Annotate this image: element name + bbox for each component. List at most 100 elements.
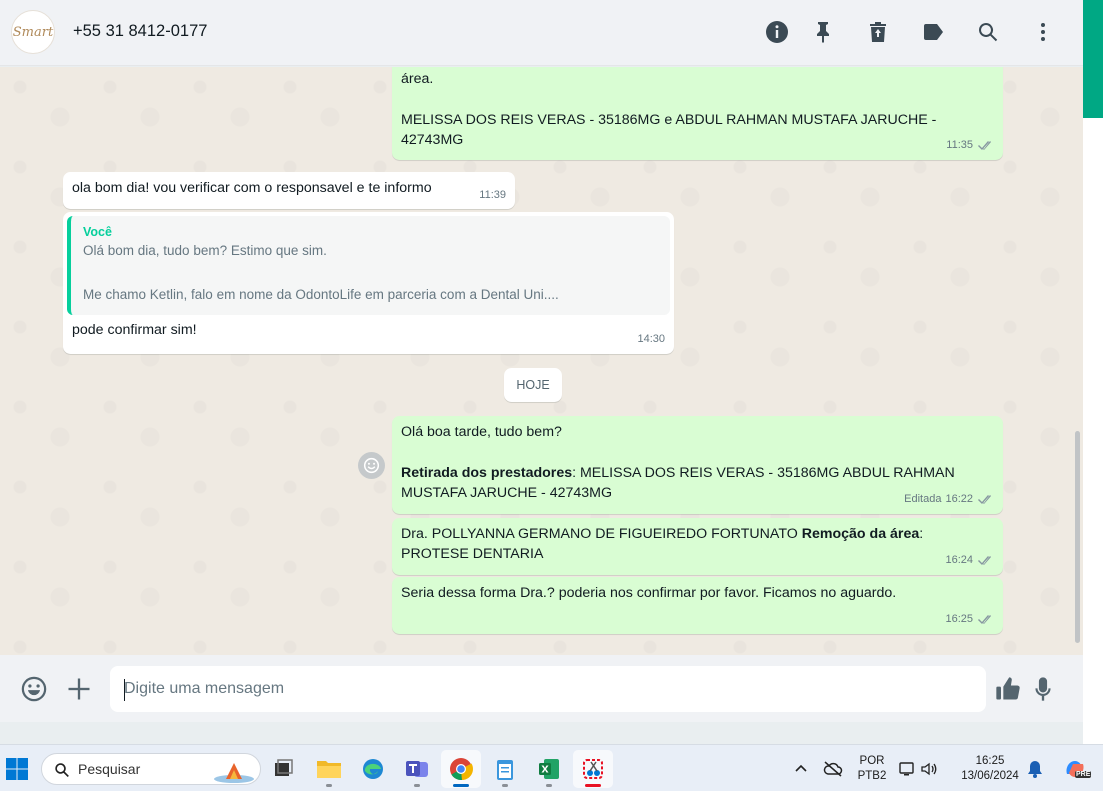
side-panel-accent bbox=[1083, 0, 1103, 118]
search-highlight-illustration-icon bbox=[214, 763, 254, 783]
taskbar-app-chrome[interactable] bbox=[441, 750, 481, 788]
message-incoming[interactable]: Você Olá bom dia, tudo bem? Estimo que s… bbox=[63, 212, 674, 354]
task-view-icon bbox=[275, 759, 293, 776]
text-caret bbox=[124, 679, 125, 701]
language-code: POR bbox=[859, 755, 885, 767]
chat-header: Smart +55 31 8412-0177 bbox=[0, 0, 1083, 66]
snipping-tool-icon bbox=[583, 759, 603, 779]
attach-plus-icon[interactable] bbox=[64, 674, 94, 704]
message-time: 14:30 bbox=[637, 333, 665, 345]
message-text: : MELISSA DOS REIS VERAS - 35186MG ABDUL… bbox=[572, 465, 955, 481]
chat-scrollbar[interactable] bbox=[1073, 67, 1081, 655]
microphone-icon[interactable] bbox=[1028, 674, 1058, 704]
message-text-line: área. bbox=[401, 71, 434, 87]
message-time: 11:39 bbox=[479, 189, 506, 201]
contact-avatar[interactable]: Smart bbox=[11, 10, 55, 54]
search-icon bbox=[55, 763, 69, 778]
label-icon[interactable] bbox=[919, 18, 947, 46]
message-text: Dra. POLLYANNA GERMANO DE FIGUEIREDO FOR… bbox=[401, 526, 802, 542]
taskbar-app-notepad[interactable] bbox=[485, 750, 525, 788]
clock-time: 16:25 bbox=[975, 755, 1005, 767]
info-icon[interactable] bbox=[763, 18, 791, 46]
contact-name[interactable]: +55 31 8412-0177 bbox=[73, 22, 207, 41]
start-button[interactable] bbox=[0, 750, 37, 788]
read-ticks-icon bbox=[977, 494, 994, 505]
message-meta: 14:30 bbox=[637, 329, 665, 349]
keyboard-language[interactable]: POR PTB2 bbox=[854, 754, 890, 784]
read-ticks-icon bbox=[977, 140, 994, 151]
message-time: 11:35 bbox=[946, 139, 973, 151]
taskbar-search[interactable] bbox=[41, 753, 261, 785]
message-text-line: Retirada dos prestadores: MELISSA DOS RE… bbox=[401, 463, 994, 483]
taskbar-app-teams[interactable] bbox=[397, 750, 437, 788]
read-ticks-icon bbox=[977, 614, 994, 625]
quote-author: Você bbox=[83, 225, 112, 239]
network-volume-tray[interactable] bbox=[890, 750, 946, 788]
notepad-icon bbox=[497, 760, 513, 780]
emoji-icon bbox=[363, 457, 380, 474]
scrollbar-thumb[interactable] bbox=[1075, 431, 1080, 643]
avatar-logo-text: Smart bbox=[12, 24, 54, 40]
read-ticks-icon bbox=[977, 555, 994, 566]
keyboard-layout: PTB2 bbox=[857, 770, 887, 782]
message-outgoing[interactable]: Olá boa tarde, tudo bem? Retirada dos pr… bbox=[392, 416, 1003, 514]
onedrive-offline-icon[interactable] bbox=[814, 750, 852, 788]
excel-icon bbox=[539, 759, 559, 779]
message-time: 16:25 bbox=[945, 613, 973, 625]
message-text: : bbox=[919, 526, 924, 542]
message-text-line: PROTESE DENTARIA bbox=[401, 546, 544, 562]
task-view-button[interactable] bbox=[263, 750, 303, 788]
menu-icon[interactable] bbox=[1029, 18, 1057, 46]
quote-line: Me chamo Ketlin, falo em nome da OdontoL… bbox=[83, 287, 559, 302]
clock[interactable]: 16:25 13/06/2024 bbox=[955, 754, 1025, 784]
taskbar-search-input[interactable] bbox=[78, 761, 208, 777]
windows-taskbar: POR PTB2 16:25 13/06/2024 PRE bbox=[0, 744, 1103, 791]
message-input[interactable] bbox=[110, 666, 986, 712]
taskbar-app-explorer[interactable] bbox=[309, 750, 349, 788]
message-meta: 11:39 bbox=[479, 185, 506, 205]
message-outgoing[interactable]: Seria dessa forma Dra.? poderia nos conf… bbox=[392, 577, 1003, 634]
edge-icon bbox=[363, 759, 383, 779]
message-text-line: MELISSA DOS REIS VERAS - 35186MG e ABDUL… bbox=[401, 112, 937, 128]
windows-logo-icon bbox=[6, 758, 28, 780]
message-time: 16:22 bbox=[945, 493, 973, 505]
message-list[interactable]: área. MELISSA DOS REIS VERAS - 35186MG e… bbox=[0, 67, 1083, 655]
thumbs-up-icon[interactable] bbox=[993, 674, 1023, 704]
message-meta: Editada 16:22 bbox=[904, 489, 994, 509]
message-text-line: 42743MG bbox=[401, 132, 464, 148]
message-bold-text: Retirada dos prestadores bbox=[401, 465, 573, 481]
date-divider: HOJE bbox=[504, 368, 562, 402]
message-outgoing[interactable]: Dra. POLLYANNA GERMANO DE FIGUEIREDO FOR… bbox=[392, 518, 1003, 575]
pin-icon[interactable] bbox=[809, 18, 837, 46]
message-text: ola bom dia! vou verificar com o respons… bbox=[72, 180, 432, 196]
message-incoming[interactable]: ola bom dia! vou verificar com o respons… bbox=[63, 172, 515, 209]
preview-badge: PRE bbox=[1075, 771, 1092, 778]
message-outgoing[interactable]: área. MELISSA DOS REIS VERAS - 35186MG e… bbox=[392, 67, 1003, 160]
chrome-icon bbox=[450, 758, 473, 781]
delete-icon[interactable] bbox=[864, 18, 892, 46]
volume-icon bbox=[921, 762, 937, 776]
react-emoji-button[interactable] bbox=[358, 452, 385, 479]
message-text-line: Olá boa tarde, tudo bem? bbox=[401, 424, 562, 440]
message-meta: 16:24 bbox=[945, 550, 994, 570]
copilot-icon[interactable]: PRE bbox=[1055, 750, 1095, 788]
emoji-picker-icon[interactable] bbox=[19, 674, 49, 704]
message-meta: 16:25 bbox=[945, 609, 994, 629]
quoted-message[interactable]: Você Olá bom dia, tudo bem? Estimo que s… bbox=[67, 216, 670, 315]
taskbar-app-excel[interactable] bbox=[529, 750, 569, 788]
message-text: pode confirmar sim! bbox=[72, 322, 197, 338]
taskbar-app-snipping-tool[interactable] bbox=[573, 750, 613, 788]
clock-date: 13/06/2024 bbox=[961, 770, 1019, 782]
network-icon bbox=[899, 762, 914, 776]
notification-bell-icon[interactable] bbox=[1016, 750, 1054, 788]
message-time: 16:24 bbox=[945, 554, 973, 566]
message-text-line: Dra. POLLYANNA GERMANO DE FIGUEIREDO FOR… bbox=[401, 524, 994, 544]
edited-label: Editada bbox=[904, 493, 942, 505]
message-bold-text: Remoção da área bbox=[801, 526, 920, 542]
search-icon[interactable] bbox=[974, 18, 1002, 46]
composer-bar bbox=[0, 655, 1083, 722]
taskbar-app-edge[interactable] bbox=[353, 750, 393, 788]
message-meta: 11:35 bbox=[946, 135, 994, 155]
quote-line: Olá bom dia, tudo bem? Estimo que sim. bbox=[83, 243, 327, 258]
teams-icon bbox=[406, 761, 428, 777]
